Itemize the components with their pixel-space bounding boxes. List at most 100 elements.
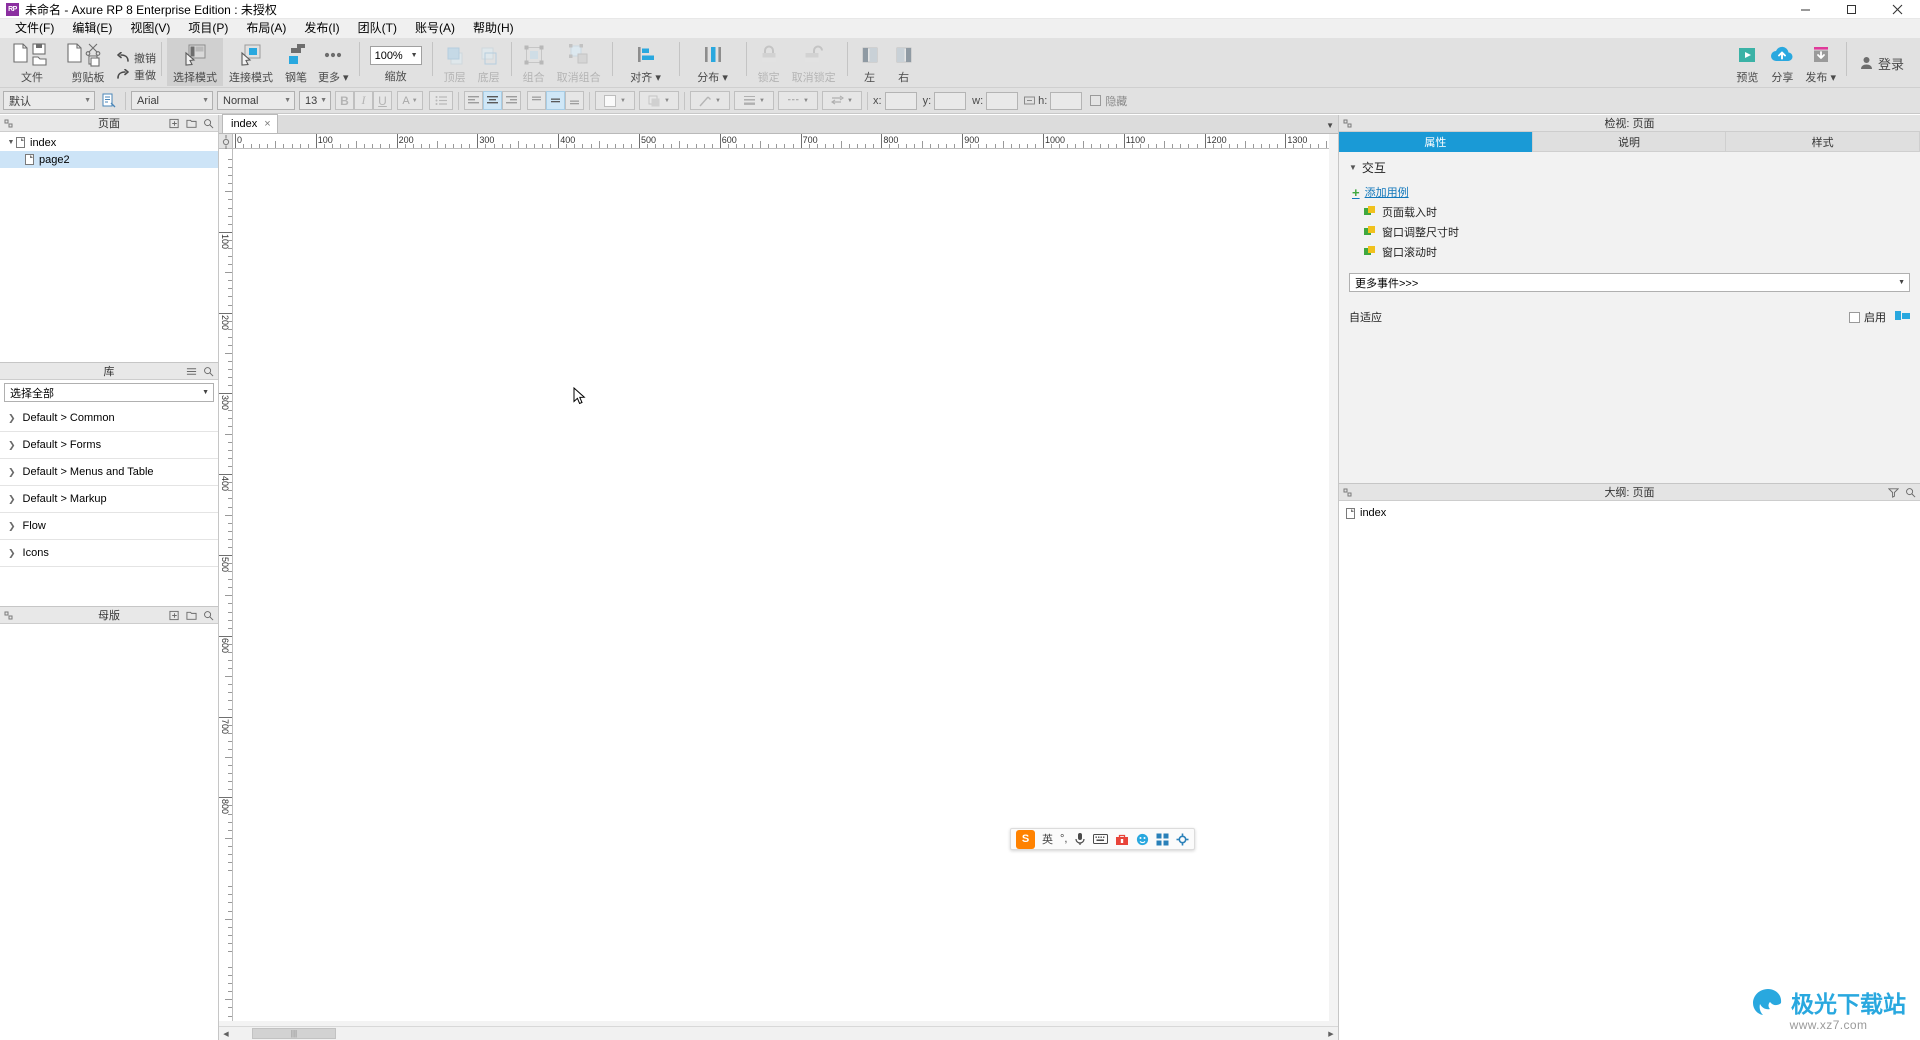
tab-style[interactable]: 样式 — [1726, 132, 1920, 152]
align-left-button[interactable] — [464, 91, 483, 110]
hidden-checkbox[interactable] — [1090, 95, 1102, 106]
ime-punctuation-toggle[interactable]: °, — [1060, 833, 1067, 845]
masters-panel-collapse[interactable] — [4, 611, 13, 620]
share-button[interactable]: 分享 — [1764, 38, 1800, 86]
menu-publish[interactable]: 发布(I) — [295, 19, 348, 38]
event-window-resize[interactable]: 窗口调整尺寸时 — [1339, 223, 1920, 240]
toolbox-icon[interactable] — [1115, 833, 1129, 846]
more-events-select[interactable]: 更多事件>>> ▼ — [1349, 273, 1910, 292]
align-center-button[interactable] — [483, 91, 502, 110]
undo-button[interactable]: 撤销 — [116, 49, 156, 66]
menu-icon[interactable] — [186, 366, 197, 377]
italic-button[interactable]: I — [354, 91, 373, 110]
menu-layout[interactable]: 布局(A) — [237, 19, 295, 38]
font-color-button[interactable]: A ▼ — [397, 91, 423, 110]
hscroll-thumb[interactable]: ||| — [252, 1028, 336, 1039]
bring-to-front-button[interactable]: 顶层 — [438, 38, 472, 86]
style-select[interactable]: 默认 ▼ — [3, 91, 95, 110]
bullet-list-button[interactable] — [429, 91, 453, 110]
select-mode-button[interactable]: 选择模式 — [167, 38, 223, 86]
minimize-button[interactable] — [1782, 0, 1828, 19]
unlock-button[interactable]: 取消锁定 — [786, 38, 842, 86]
zoom-group[interactable]: 100% ▼ 缩放 — [365, 38, 427, 86]
event-page-load[interactable]: 页面载入时 — [1339, 203, 1920, 220]
library-group-flow[interactable]: ❯ Flow — [0, 513, 218, 540]
pen-button[interactable]: 钢笔 — [279, 38, 313, 86]
event-window-scroll[interactable]: 窗口滚动时 — [1339, 243, 1920, 260]
line-color-button[interactable]: ▼ — [690, 91, 730, 110]
zoom-select[interactable]: 100% ▼ — [369, 46, 422, 65]
add-case-link[interactable]: + 添加用例 — [1339, 184, 1920, 200]
valign-bottom-button[interactable] — [565, 91, 584, 110]
send-to-back-button[interactable]: 底层 — [472, 38, 506, 86]
apps-icon[interactable] — [1156, 833, 1169, 846]
signin-button[interactable]: 登录 — [1852, 38, 1912, 88]
design-canvas[interactable] — [233, 149, 1329, 1021]
menu-help[interactable]: 帮助(H) — [464, 19, 523, 38]
keyboard-icon[interactable] — [1093, 833, 1109, 845]
redo-button[interactable]: 重做 — [116, 66, 156, 83]
search-icon[interactable] — [203, 366, 214, 377]
align-right-button[interactable] — [502, 91, 521, 110]
arrow-style-button[interactable]: ▼ — [822, 91, 862, 110]
menu-file[interactable]: 文件(F) — [6, 19, 63, 38]
add-master-icon[interactable] — [169, 610, 180, 621]
library-group-icons[interactable]: ❯ Icons — [0, 540, 218, 567]
library-select[interactable]: 选择全部 ▼ — [4, 383, 214, 402]
settings-gear-icon[interactable] — [1176, 833, 1189, 846]
mic-icon[interactable] — [1074, 832, 1086, 846]
add-folder-icon[interactable] — [186, 610, 197, 621]
filter-icon[interactable] — [1888, 487, 1899, 498]
font-size-select[interactable]: 13 ▼ — [299, 91, 331, 110]
y-input[interactable] — [934, 91, 967, 110]
more-button[interactable]: 更多 ▾ — [313, 38, 354, 86]
right-panel-toggle[interactable]: 右 — [887, 38, 921, 86]
canvas-horizontal-scrollbar[interactable]: ◀ ||| ▶ — [219, 1026, 1338, 1040]
library-group-menus-table[interactable]: ❯ Default > Menus and Table — [0, 459, 218, 486]
x-input[interactable] — [884, 91, 917, 110]
add-folder-icon[interactable] — [186, 118, 197, 129]
library-group-common[interactable]: ❯ Default > Common — [0, 405, 218, 432]
publish-button[interactable]: 发布 ▾ — [1800, 38, 1841, 86]
lock-ratio-toggle[interactable]: h: — [1024, 95, 1047, 107]
close-button[interactable] — [1874, 0, 1920, 19]
font-weight-select[interactable]: Normal ▼ — [217, 91, 295, 110]
bold-button[interactable]: B — [335, 91, 354, 110]
interaction-section-header[interactable]: ▼ 交互 — [1339, 152, 1920, 180]
menu-team[interactable]: 团队(T) — [349, 19, 406, 38]
library-group-forms[interactable]: ❯ Default > Forms — [0, 432, 218, 459]
toolbar-clipboard-group[interactable]: 剪贴板 — [60, 38, 116, 86]
h-input[interactable] — [1050, 91, 1083, 110]
adaptive-enable-checkbox[interactable] — [1849, 311, 1860, 323]
canvas-tab-index[interactable]: index × — [222, 114, 278, 133]
style-manager-button[interactable] — [99, 91, 118, 110]
distribute-button[interactable]: 分布 ▾ — [685, 38, 741, 86]
preview-button[interactable]: 预览 — [1730, 38, 1764, 86]
align-button[interactable]: 对齐 ▾ — [618, 38, 674, 86]
left-panel-toggle[interactable]: 左 — [853, 38, 887, 86]
ungroup-button[interactable]: 取消组合 — [551, 38, 607, 86]
menu-account[interactable]: 账号(A) — [406, 19, 464, 38]
emoji-icon[interactable] — [1136, 833, 1149, 846]
line-width-button[interactable]: ▼ — [734, 91, 774, 110]
page-tree-item-page2[interactable]: page2 — [0, 151, 218, 168]
fill-color-button[interactable]: ▼ — [595, 91, 635, 110]
search-icon[interactable] — [1905, 487, 1916, 498]
line-dash-button[interactable]: ▼ — [778, 91, 818, 110]
sogou-logo-icon[interactable]: S — [1016, 829, 1035, 849]
underline-button[interactable]: U — [373, 91, 392, 110]
scroll-left-icon[interactable]: ◀ — [219, 1027, 233, 1040]
scroll-right-icon[interactable]: ▶ — [1324, 1027, 1338, 1040]
valign-middle-button[interactable] — [546, 91, 565, 110]
horizontal-ruler[interactable]: 0 100 200 300 400 500 600 700 800 900 1000 1100 1200… — [233, 134, 1329, 149]
add-page-icon[interactable] — [169, 118, 180, 129]
vertical-ruler[interactable]: 100 200 300 400 500 600 700 800 — [219, 149, 233, 1021]
valign-top-button[interactable] — [527, 91, 546, 110]
outline-panel-collapse[interactable] — [1343, 488, 1352, 497]
ime-language-toggle[interactable]: 英 — [1042, 831, 1053, 847]
outline-item-index[interactable]: index — [1339, 504, 1920, 522]
lock-button[interactable]: 锁定 — [752, 38, 786, 86]
menu-view[interactable]: 视图(V) — [121, 19, 179, 38]
expand-triangle-icon[interactable]: ▼ — [6, 139, 16, 146]
font-family-select[interactable]: Arial ▼ — [131, 91, 213, 110]
